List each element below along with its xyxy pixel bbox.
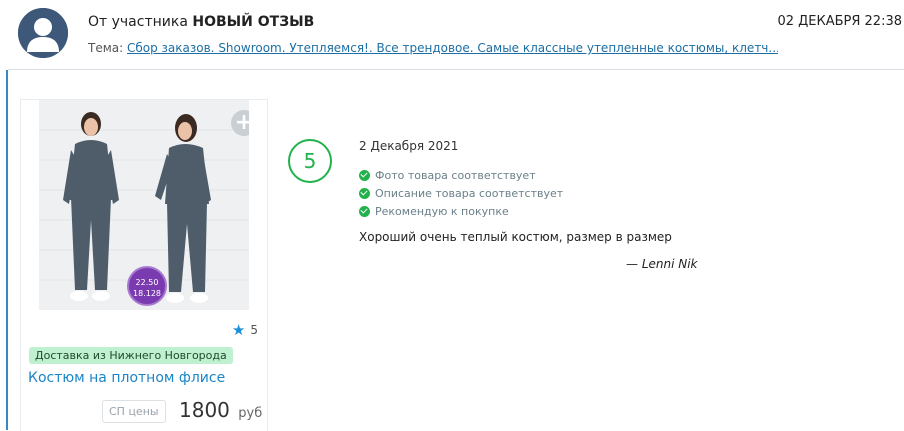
product-card: + 22.50 18.128 ★ 5 Доставка из Нижнего Н…: [20, 99, 268, 431]
left-accent-rule: [6, 70, 8, 430]
from-line: От участника НОВЫЙ ОТЗЫВ: [88, 14, 314, 30]
review-text: Хороший очень теплый костюм, размер в ра…: [359, 230, 672, 244]
delivery-badge: Доставка из Нижнего Новгорода: [29, 347, 233, 364]
from-prefix: От участника: [88, 14, 188, 30]
product-price: 1800 руб: [179, 398, 262, 422]
size-badge-line1: 22.50: [135, 278, 159, 287]
check-item-recommend: Рекомендую к покупке: [359, 202, 563, 220]
check-icon: [359, 187, 370, 199]
check-label: Описание товара соответствует: [375, 186, 564, 200]
review-date: 2 Декабря 2021: [359, 139, 459, 153]
rating-value: 5: [250, 323, 258, 337]
check-label: Рекомендую к покупке: [375, 204, 509, 218]
check-item-description: Описание товара соответствует: [359, 184, 563, 202]
star-icon: ★: [231, 321, 246, 339]
price-currency: руб: [238, 406, 263, 421]
review-score: 5: [288, 139, 332, 183]
size-badge-line2: 18.128: [133, 289, 161, 298]
review-author: — Lenni Nik: [626, 257, 698, 271]
check-icon: [359, 169, 370, 181]
price-value: 1800: [179, 398, 230, 422]
product-title-link[interactable]: Костюм на плотном флисе: [28, 370, 225, 386]
avatar-icon: [18, 8, 68, 58]
event-type: НОВЫЙ ОТЗЫВ: [192, 14, 315, 30]
size-badge: 22.50 18.128: [127, 266, 167, 306]
subject-link[interactable]: Сбор заказов. Showroom. Утепляемся!. Все…: [127, 41, 778, 55]
subject-label: Тема:: [88, 41, 124, 55]
avatar[interactable]: [18, 8, 68, 58]
check-label: Фото товара соответствует: [375, 168, 536, 182]
product-photo[interactable]: + 22.50 18.128: [39, 100, 249, 310]
subject-line: Тема: Сбор заказов. Showroom. Утепляемся…: [88, 41, 778, 55]
header-divider: [8, 69, 904, 70]
check-icon: [359, 205, 370, 217]
review-checklist: Фото товара соответствует Описание товар…: [359, 166, 563, 220]
post-date: 02 ДЕКАБРЯ 22:38: [777, 14, 902, 29]
check-item-photo: Фото товара соответствует: [359, 166, 563, 184]
sp-price-label: СП цены: [102, 400, 166, 423]
product-rating: ★ 5: [231, 321, 258, 339]
